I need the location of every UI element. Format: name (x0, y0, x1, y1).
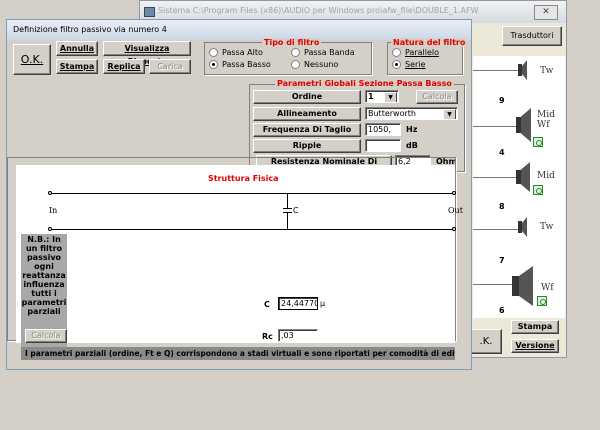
radio-label: Passa Alto (222, 48, 263, 57)
calcola-button[interactable]: Calcola (416, 90, 458, 104)
wire (473, 229, 520, 230)
bg-stampa-button[interactable]: Stampa (511, 320, 559, 334)
driver-status-icon[interactable] (537, 296, 547, 306)
frequenza-unit: Hz (406, 125, 418, 134)
cap-wire (287, 193, 288, 208)
in-label: In (49, 206, 58, 215)
speaker-type-label: Mid (537, 171, 555, 181)
frequenza-input[interactable]: 1050, (365, 123, 401, 136)
c-label: C (264, 300, 270, 309)
speaker-type-label: Tw (540, 66, 554, 76)
c-unit: µ (320, 299, 326, 308)
radio-dot (291, 60, 300, 69)
dialog-titlebar[interactable]: Definizione filtro passivo via numero 4 (7, 20, 471, 40)
radio-passa-basso[interactable]: Passa Basso (209, 60, 271, 69)
carica-button[interactable]: Carica (149, 59, 191, 74)
speaker-type-label: Wf (541, 283, 554, 293)
radio-label: Passa Banda (304, 48, 355, 57)
bg-versione-button[interactable]: Versione (511, 339, 559, 353)
radio-label: Parallelo (405, 48, 440, 57)
chevron-down-icon[interactable]: ▼ (384, 92, 397, 102)
allineamento-value: Butterworth (368, 109, 416, 118)
struttura-calcola-button[interactable]: Calcola (25, 329, 67, 343)
background-window-title: Sistema C:\Program Files (x86)\AUDIO per… (158, 6, 479, 15)
stampa-button[interactable]: Stampa (56, 59, 98, 74)
tipo-filtro-title: Tipo di filtro (262, 38, 322, 47)
ordine-value: 1 (368, 92, 374, 101)
allineamento-button[interactable]: Allineamento (253, 107, 361, 121)
allineamento-combo[interactable]: Butterworth ▼ (365, 107, 458, 120)
radio-dot (209, 48, 218, 57)
radio-parallelo[interactable]: Parallelo (392, 48, 439, 57)
cap-wire (287, 213, 288, 229)
radio-label: Nessuno (304, 60, 339, 69)
radio-label: Passa Basso (222, 60, 271, 69)
trasduttori-button[interactable]: Trasduttori (502, 26, 562, 46)
out-label: Out (448, 206, 463, 215)
wire (473, 70, 520, 71)
speaker-number: 9 (499, 96, 505, 105)
ripple-unit: dB (406, 141, 418, 150)
frequenza-button[interactable]: Frequenza Di Taglio (253, 123, 361, 137)
circuit-bottom-wire (50, 229, 454, 230)
ripple-input[interactable] (365, 139, 401, 152)
node-out-top (452, 191, 456, 195)
ok-button-label: O.K. (20, 53, 44, 66)
natura-filtro-title: Natura del filtro (391, 38, 468, 47)
capacitor-plate (283, 212, 292, 213)
annulla-button[interactable]: Annulla (56, 41, 98, 56)
speaker-number: 7 (499, 256, 505, 265)
radio-nessuno[interactable]: Nessuno (291, 60, 338, 69)
rc-label: Rc (262, 332, 273, 341)
radio-dot (392, 48, 401, 57)
c-value-input[interactable]: 24,44770 (278, 297, 318, 310)
circuit-top-wire (50, 193, 454, 194)
radio-dot-selected (392, 60, 401, 69)
speaker-number: 8 (499, 202, 505, 211)
speaker-type-label: Mid Wf (537, 110, 555, 130)
radio-passa-banda[interactable]: Passa Banda (291, 48, 355, 57)
ordine-combo[interactable]: 1 ▼ (365, 90, 399, 103)
wire (473, 177, 520, 178)
info-bar: I parametri parziali (ordine, Ft e Q) co… (21, 347, 455, 360)
radio-serie[interactable]: Serie (392, 60, 425, 69)
replica-button[interactable]: Replica (103, 59, 145, 74)
app-icon (144, 7, 155, 17)
chevron-down-icon[interactable]: ▼ (443, 109, 456, 119)
ripple-button[interactable]: Ripple (253, 139, 361, 153)
visualizza-risposta-button[interactable]: Visualizza Risposta (103, 41, 191, 66)
parametri-title: Parametri Globali Sezione Passa Basso (275, 79, 454, 88)
wire (473, 126, 520, 127)
ok-button[interactable]: O.K. (13, 44, 51, 75)
close-icon[interactable]: ✕ (534, 5, 558, 20)
radio-label: Serie (405, 60, 426, 69)
circuit-canvas (16, 165, 455, 343)
radio-dot-selected (209, 60, 218, 69)
node-in-bottom (48, 227, 52, 231)
bg-ok-button[interactable]: .K. (470, 329, 502, 354)
speaker-type-label: Tw (540, 222, 554, 232)
speaker-number: 4 (499, 148, 505, 157)
capacitor-label: C (293, 206, 299, 215)
speaker-number: 6 (499, 306, 505, 315)
radio-passa-alto[interactable]: Passa Alto (209, 48, 263, 57)
dialog-title: Definizione filtro passivo via numero 4 (13, 25, 167, 34)
driver-status-icon[interactable] (533, 185, 543, 195)
ordine-button[interactable]: Ordine (253, 90, 361, 104)
node-out-bottom (452, 227, 456, 231)
node-in-top (48, 191, 52, 195)
rc-value-input[interactable]: ,03 (278, 329, 318, 342)
radio-dot (291, 48, 300, 57)
driver-status-icon[interactable] (533, 137, 543, 147)
struttura-fisica-title: Struttura Fisica (206, 174, 281, 183)
capacitor-plate (283, 208, 292, 209)
